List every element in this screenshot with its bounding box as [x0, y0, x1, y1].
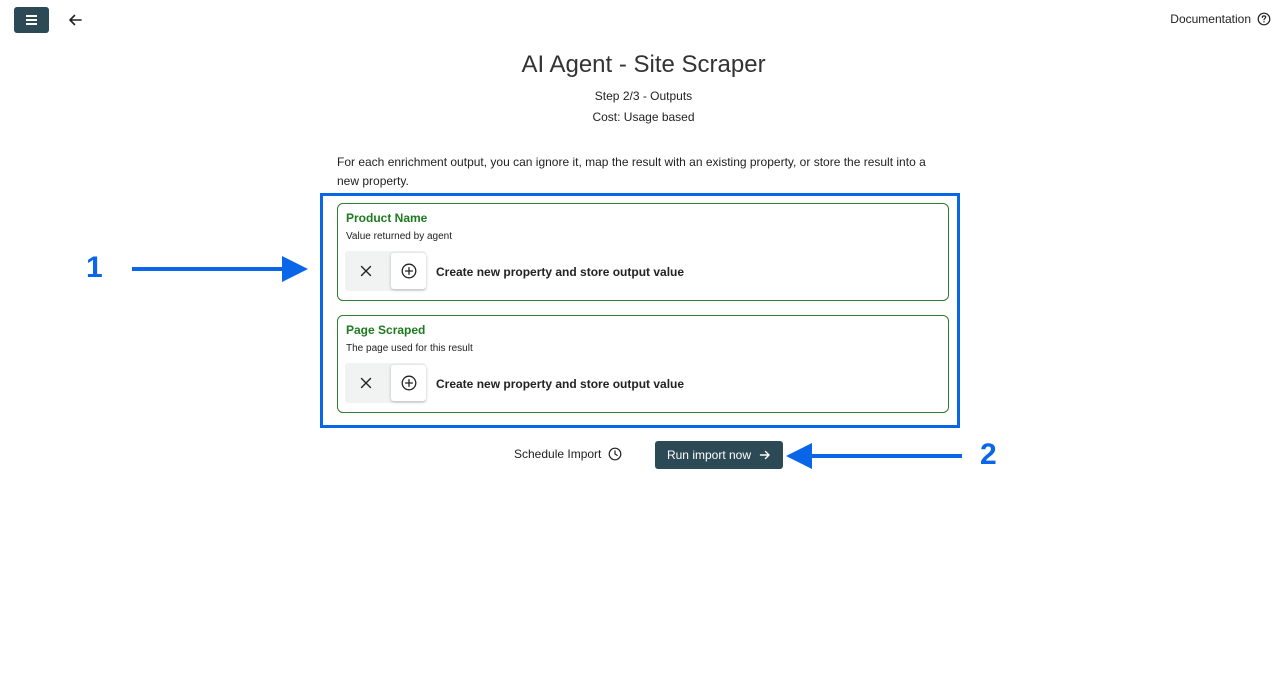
- menu-button[interactable]: [14, 7, 49, 33]
- run-import-now-button[interactable]: Run import now: [655, 441, 783, 469]
- selected-option-label: Create new property and store output val…: [436, 377, 685, 391]
- create-property-button[interactable]: [391, 365, 426, 401]
- annotation-marker-1: 1: [86, 251, 103, 284]
- annotation-arrow-left-icon: [786, 443, 962, 469]
- schedule-import-button[interactable]: Schedule Import: [514, 447, 622, 461]
- output-mode-toggle: [345, 363, 426, 403]
- page-title: AI Agent - Site Scraper: [521, 51, 766, 78]
- documentation-label: Documentation: [1170, 12, 1251, 26]
- create-property-button[interactable]: [391, 253, 426, 289]
- output-name: Product Name: [346, 211, 428, 225]
- output-card-product-name: Product Name Value returned by agent Cre…: [337, 203, 949, 301]
- output-description: Value returned by agent: [346, 231, 453, 242]
- plus-circle-icon: [401, 263, 416, 279]
- intro-text: For each enrichment output, you can igno…: [337, 155, 926, 188]
- back-button[interactable]: [66, 11, 84, 29]
- plus-circle-icon: [401, 375, 416, 391]
- ignore-button[interactable]: [345, 251, 387, 291]
- selected-option-label: Create new property and store output val…: [436, 265, 685, 279]
- step-indicator: Step 2/3 - Outputs: [594, 89, 693, 103]
- annotation-marker-2: 2: [980, 438, 997, 471]
- close-icon: [360, 265, 372, 277]
- cost-label: Cost: Usage based: [592, 110, 695, 124]
- hamburger-icon: [26, 15, 37, 17]
- annotation-arrow-right-icon: [132, 256, 308, 282]
- schedule-import-label: Schedule Import: [514, 447, 602, 461]
- close-icon: [360, 377, 372, 389]
- clock-icon: [608, 447, 622, 461]
- output-card-page-scraped: Page Scraped The page used for this resu…: [337, 315, 949, 413]
- arrow-left-icon: [69, 14, 82, 26]
- output-description: The page used for this result: [346, 343, 473, 354]
- output-name: Page Scraped: [346, 323, 426, 337]
- run-import-label: Run import now: [666, 448, 752, 462]
- ignore-button[interactable]: [345, 363, 387, 403]
- output-mode-toggle: [345, 251, 426, 291]
- arrow-right-icon: [759, 450, 770, 460]
- documentation-link[interactable]: Documentation: [1170, 12, 1271, 26]
- help-circle-icon: [1257, 12, 1271, 26]
- top-bar: Documentation: [0, 0, 1287, 40]
